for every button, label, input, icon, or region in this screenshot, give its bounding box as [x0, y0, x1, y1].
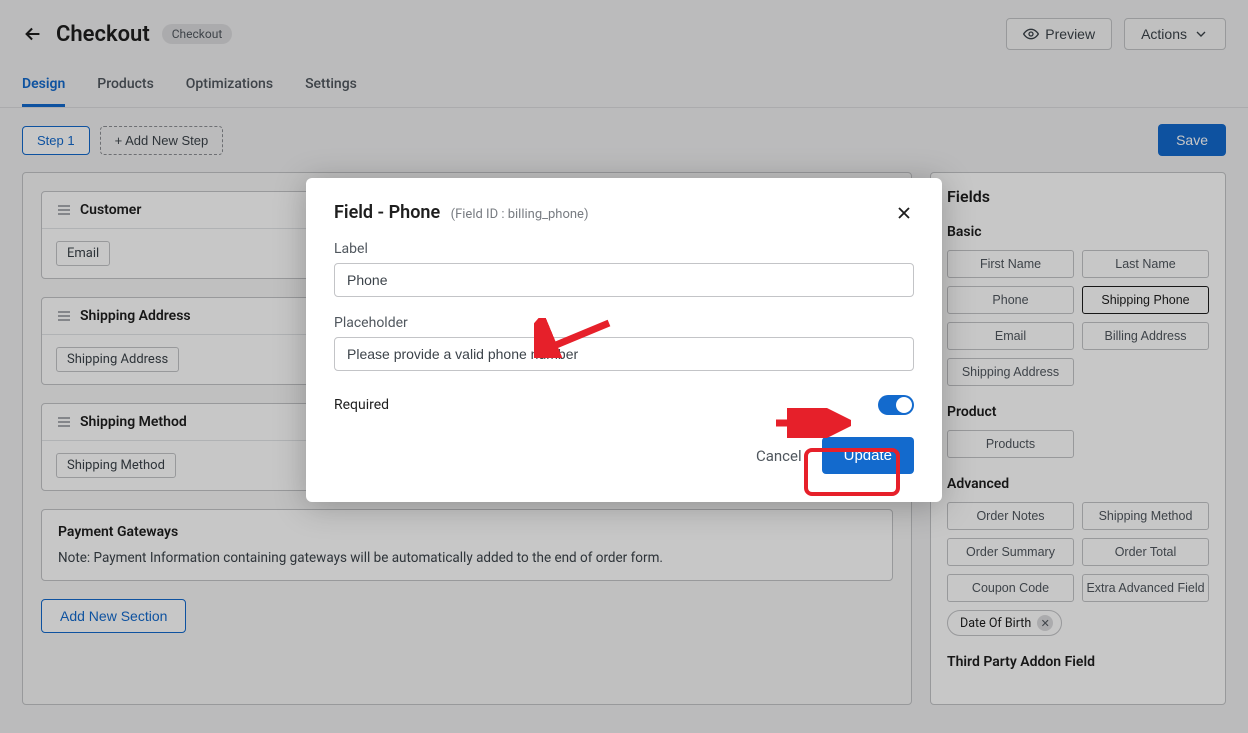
- update-button[interactable]: Update: [822, 437, 914, 474]
- field-edit-modal: Field - Phone (Field ID : billing_phone)…: [306, 178, 942, 502]
- close-icon[interactable]: [894, 203, 914, 223]
- required-label: Required: [334, 397, 389, 413]
- label-input[interactable]: [334, 263, 914, 297]
- modal-title-prefix: Field -: [334, 202, 389, 223]
- label-label: Label: [334, 241, 914, 257]
- placeholder-label: Placeholder: [334, 315, 914, 331]
- modal-field-id: (Field ID : billing_phone): [451, 207, 589, 222]
- required-toggle[interactable]: [878, 395, 914, 415]
- modal-title-field: Phone: [389, 202, 441, 223]
- modal-overlay: Field - Phone (Field ID : billing_phone)…: [0, 0, 1248, 733]
- cancel-button[interactable]: Cancel: [756, 447, 802, 465]
- placeholder-input[interactable]: [334, 337, 914, 371]
